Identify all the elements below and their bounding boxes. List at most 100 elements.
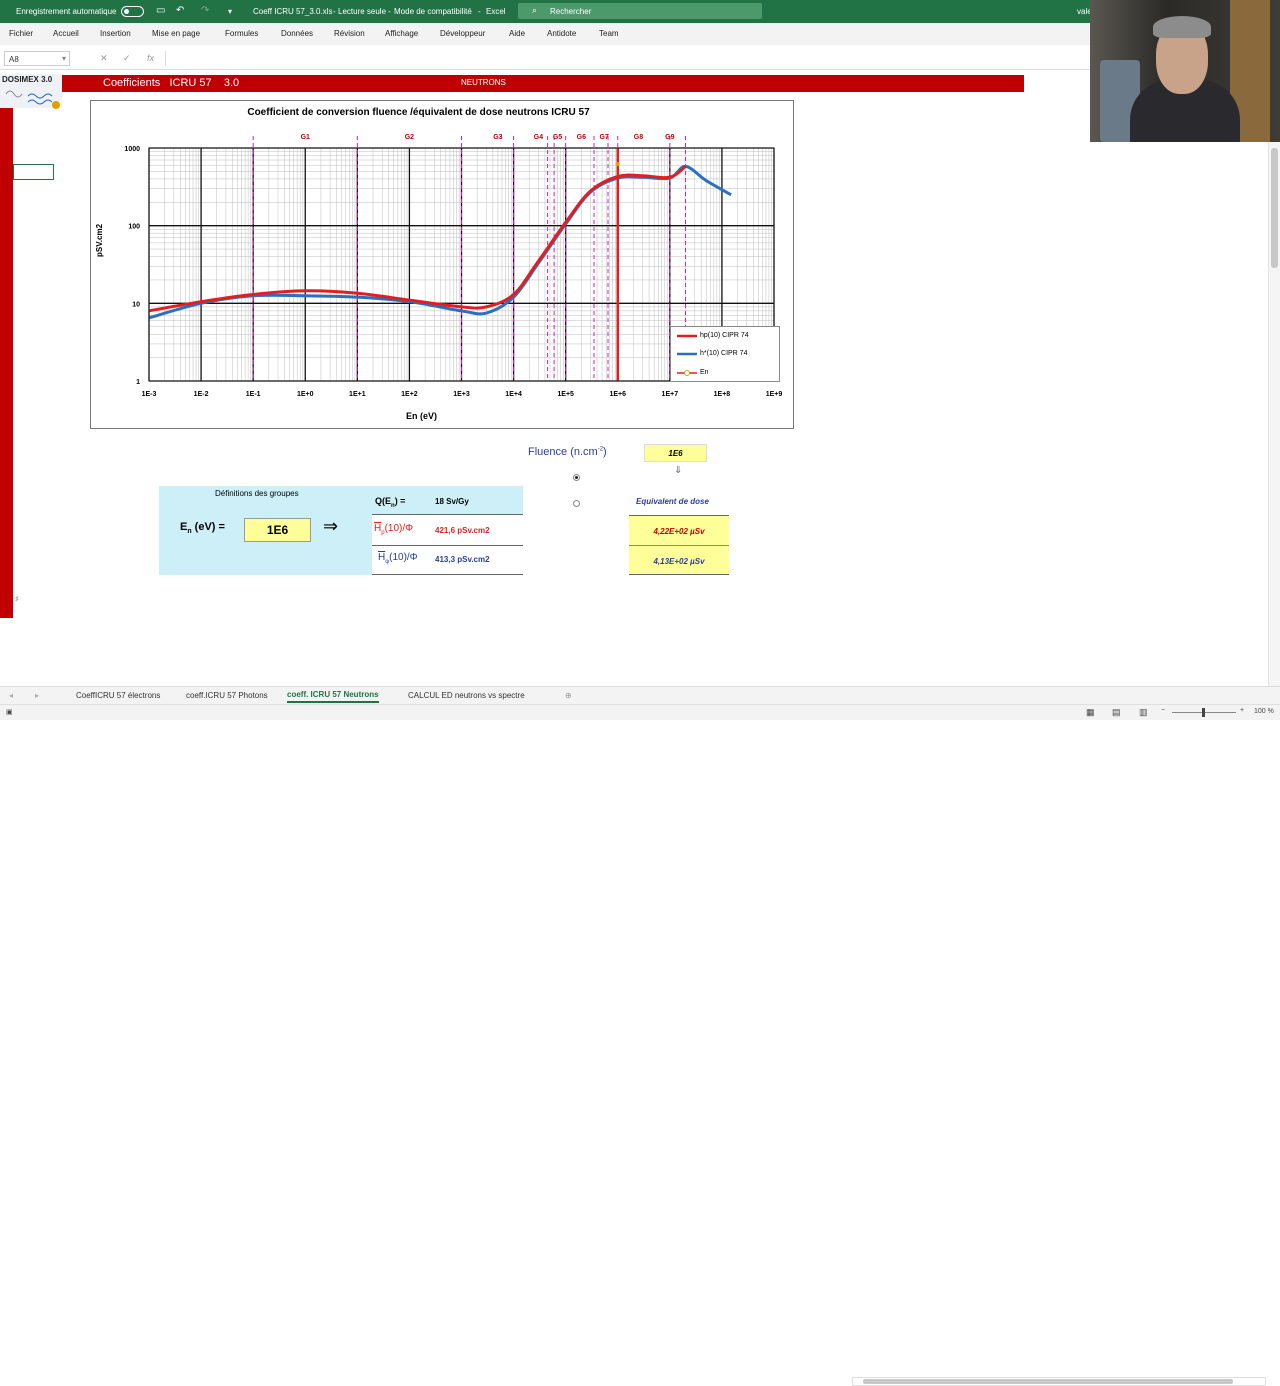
menu-developpeur[interactable]: Développeur xyxy=(440,29,485,38)
normal-view-icon[interactable]: ▦ xyxy=(1086,707,1095,718)
radio-option-1[interactable] xyxy=(573,474,580,481)
hstar10-value: 413,3 pSv.cm2 xyxy=(435,555,490,564)
page-break-icon[interactable]: ▥ xyxy=(1139,707,1148,718)
y-tick-label: 10 xyxy=(132,301,140,308)
vertical-scrollbar[interactable] xyxy=(1268,142,1280,686)
group-label: G3 xyxy=(493,134,502,141)
legend-en: En xyxy=(700,369,709,376)
banner-section: NEUTRONS xyxy=(461,78,506,87)
menu-fichier[interactable]: Fichier xyxy=(9,29,33,38)
energy-input[interactable]: 1E6 xyxy=(244,518,311,542)
equiv-hstar-value: 4,13E+02 µSv xyxy=(629,545,729,575)
tab-calcul-spectre[interactable]: CALCUL ED neutrons vs spectre xyxy=(408,691,525,700)
autosave-toggle[interactable] xyxy=(121,6,144,17)
x-tick-label: 1E+5 xyxy=(557,391,574,398)
webcam-overlay xyxy=(1090,0,1280,142)
compat-mode-label: Mode de compatibilité xyxy=(394,7,472,16)
undo-icon[interactable]: ↶ xyxy=(176,5,184,16)
series-hp10-line xyxy=(148,165,687,313)
x-tick-label: 1E+7 xyxy=(662,391,679,398)
search-box[interactable]: ⌕ Rechercher xyxy=(518,3,762,19)
x-tick-label: 1E+2 xyxy=(401,391,418,398)
group-label: G5 xyxy=(553,134,562,141)
x-tick-label: 1E+4 xyxy=(505,391,522,398)
file-name: Coeff ICRU 57_3.0.xls xyxy=(253,7,333,16)
name-box[interactable]: A8 ▾ xyxy=(4,51,70,66)
zoom-in-icon[interactable]: + xyxy=(1240,707,1244,714)
group-label: G9 xyxy=(665,134,674,141)
hstar10-label: Hφ(10)/Φ xyxy=(378,552,418,565)
menu-team[interactable]: Team xyxy=(599,29,619,38)
menu-mise-en-page[interactable]: Mise en page xyxy=(152,29,200,38)
autosave-label: Enregistrement automatique xyxy=(16,7,117,16)
group-label: G4 xyxy=(534,134,543,141)
dosimex-logo: DOSIMEX 3.0 xyxy=(0,74,62,109)
chart-container[interactable]: Coefficient de conversion fluence /équiv… xyxy=(90,100,794,429)
title-bar: Enregistrement automatique ▭ ↶ ↷ ▾ Coeff… xyxy=(0,0,1280,23)
fx-icon[interactable]: fx xyxy=(147,53,154,63)
group-label: G8 xyxy=(634,134,643,141)
left-red-bar xyxy=(0,74,13,618)
arrow-right-icon: ⇒ xyxy=(323,516,339,536)
tab-photons[interactable]: coeff.ICRU 57 Photons xyxy=(186,691,268,700)
row-divider xyxy=(372,545,523,546)
group-label: G7 xyxy=(600,134,609,141)
horizontal-scrollbar[interactable] xyxy=(852,1377,1266,1386)
macro-record-icon[interactable]: ▣ xyxy=(6,708,13,716)
search-placeholder: Rechercher xyxy=(550,7,592,16)
selected-cell[interactable] xyxy=(13,164,54,180)
tab-prev-icon[interactable]: ◂ xyxy=(9,691,13,700)
menu-antidote[interactable]: Antidote xyxy=(547,29,576,38)
menu-donnees[interactable]: Données xyxy=(281,29,313,38)
x-tick-label: 1E-3 xyxy=(142,391,157,398)
redo-icon[interactable]: ↷ xyxy=(201,5,209,16)
zoom-slider-thumb[interactable] xyxy=(1202,708,1205,717)
x-tick-label: 1E+0 xyxy=(297,391,314,398)
hp10-value: 421,6 pSv.cm2 xyxy=(435,526,490,535)
page-layout-icon[interactable]: ▤ xyxy=(1112,707,1121,718)
menu-aide[interactable]: Aide xyxy=(509,29,525,38)
app-name: Excel xyxy=(486,7,506,16)
x-tick-label: 1E+1 xyxy=(349,391,366,398)
legend-hp10: hp(10) CIPR 74 xyxy=(700,332,749,339)
menu-revision[interactable]: Révision xyxy=(334,29,365,38)
group-label: G2 xyxy=(405,134,414,141)
menu-affichage[interactable]: Affichage xyxy=(385,29,418,38)
vertical-scroll-thumb[interactable] xyxy=(1271,148,1278,268)
q-value: 18 Sv/Gy xyxy=(435,497,469,506)
y-tick-label: 1000 xyxy=(124,146,140,153)
title-banner: Coefficients ICRU 57 3.0 NEUTRONS xyxy=(62,75,1024,92)
en-marker-point xyxy=(615,162,620,166)
x-tick-label: 1E-1 xyxy=(246,391,261,398)
x-tick-label: 1E+6 xyxy=(609,391,626,398)
formula-bar: A8 ▾ ✕ ✓ fx xyxy=(0,48,1090,70)
group-label: G1 xyxy=(301,134,310,141)
fluence-input[interactable]: 1E6 xyxy=(644,444,707,462)
tab-electrons[interactable]: CoeffICRU 57 électrons xyxy=(76,691,160,700)
hp10-label: Hp(10)/Φ xyxy=(374,523,414,536)
group-label: G6 xyxy=(577,134,586,141)
x-tick-label: 1E+9 xyxy=(766,391,783,398)
equiv-title: Equivalent de dose xyxy=(636,497,709,506)
search-icon: ⌕ xyxy=(532,5,538,15)
cancel-icon[interactable]: ✕ xyxy=(100,53,108,64)
quick-access-dropdown-icon[interactable]: ▾ xyxy=(228,7,232,16)
fluence-down-arrow: ⇓ xyxy=(674,465,683,476)
menu-accueil[interactable]: Accueil xyxy=(53,29,79,38)
sheet-marker: ♯ xyxy=(15,596,19,603)
zoom-out-icon[interactable]: − xyxy=(1161,707,1165,714)
q-label: Q(En) = xyxy=(375,496,406,509)
menu-formules[interactable]: Formules xyxy=(225,29,258,38)
add-sheet-icon[interactable]: ⊕ xyxy=(565,691,572,700)
legend-hstar10: h*(10) CIPR 74 xyxy=(700,350,748,357)
radio-option-2[interactable] xyxy=(573,500,580,507)
y-tick-label: 1 xyxy=(136,379,140,386)
tab-neutrons[interactable]: coeff. ICRU 57 Neutrons xyxy=(287,690,379,703)
menu-insertion[interactable]: Insertion xyxy=(100,29,131,38)
zoom-level[interactable]: 100 % xyxy=(1254,708,1274,715)
horizontal-scroll-thumb[interactable] xyxy=(863,1379,1233,1384)
cell-reference: A8 xyxy=(9,55,19,64)
save-icon[interactable]: ▭ xyxy=(156,5,165,16)
enter-icon[interactable]: ✓ xyxy=(123,53,131,64)
tab-next-icon[interactable]: ▸ xyxy=(35,691,39,700)
